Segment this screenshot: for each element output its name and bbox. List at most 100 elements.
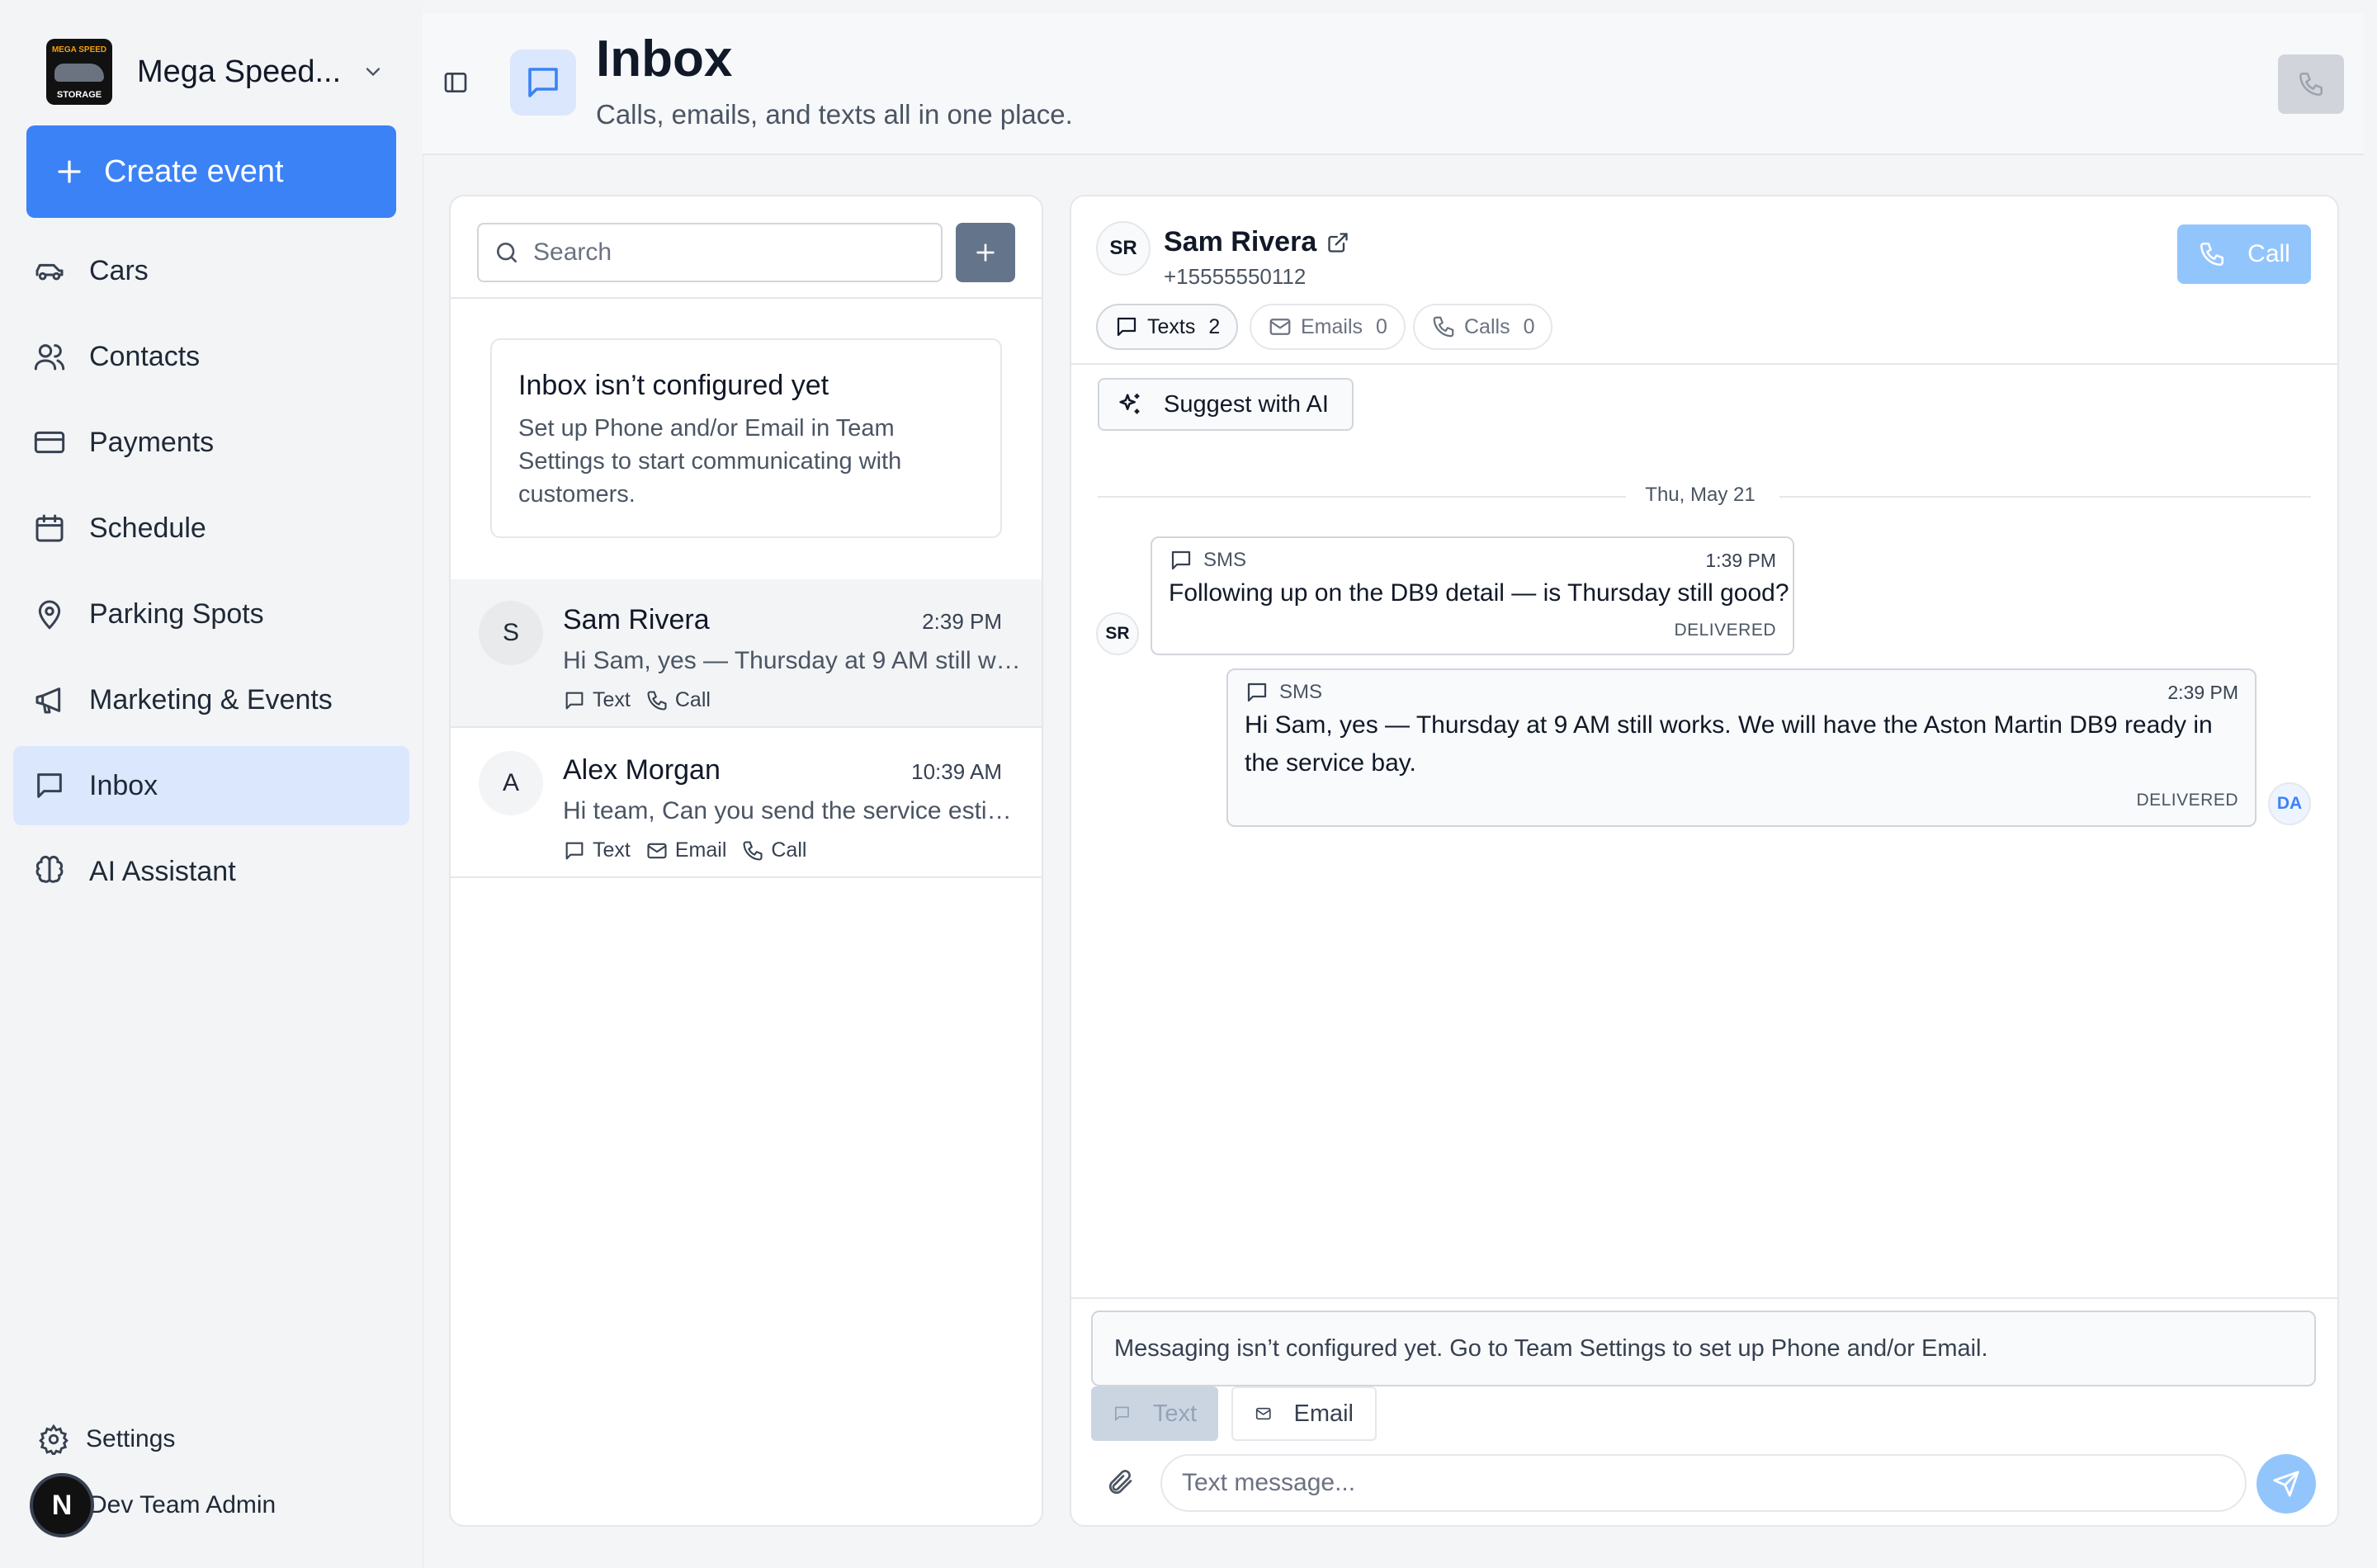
avatar: DA: [2268, 782, 2311, 825]
tab-calls[interactable]: Calls 0: [1413, 304, 1553, 350]
email-mode-button[interactable]: Email: [1231, 1386, 1377, 1441]
create-event-button[interactable]: Create event: [26, 125, 396, 218]
send-button[interactable]: [2256, 1454, 2316, 1514]
channel-call: Call: [645, 688, 711, 712]
messaging-warning: Messaging isn’t configured yet. Go to Te…: [1091, 1311, 2316, 1386]
car-icon: [35, 263, 64, 281]
message-square-icon: [565, 692, 584, 709]
plus-icon: [976, 243, 995, 262]
map-pin-icon: [38, 600, 61, 630]
brand-switcher[interactable]: MEGA SPEED STORAGE Mega Speed...: [46, 39, 385, 105]
contact-name-link[interactable]: Sam Rivera: [1164, 226, 1349, 258]
channel-text: Text: [563, 688, 631, 712]
sidebar-item-cars[interactable]: Cars: [13, 231, 409, 310]
page-subtitle: Calls, emails, and texts all in one plac…: [596, 99, 1073, 130]
external-link-icon: [1328, 232, 1348, 253]
call-button[interactable]: Call: [2177, 224, 2311, 284]
message-body: Following up on the DB9 detail — is Thur…: [1169, 579, 1789, 607]
conversation-item[interactable]: A Alex Morgan 10:39 AM Hi team, Can you …: [451, 730, 1042, 878]
gear-icon: [39, 1424, 69, 1455]
message-square-icon: [1171, 550, 1191, 570]
calendar-icon: [35, 514, 64, 542]
search-input[interactable]: Search: [477, 223, 943, 282]
brain-icon: [35, 855, 64, 883]
tab-emails[interactable]: Emails 0: [1250, 304, 1406, 350]
phone-icon: [2299, 72, 2323, 97]
message-square-icon: [1117, 317, 1137, 337]
phone-icon: [1433, 316, 1454, 338]
inbox-badge: [510, 50, 576, 116]
sidebar-item-contacts[interactable]: Contacts: [13, 317, 409, 396]
message-bubble: SMS 1:39 PM Following up on the DB9 deta…: [1151, 536, 1794, 655]
message-time: 1:39 PM: [1705, 550, 1776, 571]
message-body: Hi Sam, yes — Thursday at 9 AM still wor…: [1245, 711, 2213, 777]
divider: [1071, 1297, 2337, 1299]
phone-icon: [743, 840, 763, 861]
divider: [1071, 363, 2337, 365]
credit-card-icon: [34, 431, 65, 454]
users-icon: [34, 344, 65, 371]
avatar: A: [479, 751, 543, 815]
conversation-time: 2:39 PM: [922, 609, 1002, 634]
avatar: S: [479, 601, 543, 665]
channel-call: Call: [741, 838, 806, 862]
sidebar-item-ai-assistant[interactable]: AI Assistant: [13, 832, 409, 911]
avatar: N: [30, 1473, 94, 1537]
message-status: DELIVERED: [2136, 791, 2238, 810]
divider: [1779, 496, 2311, 498]
settings-link[interactable]: Settings: [38, 1419, 175, 1459]
message-type: SMS: [1245, 680, 1322, 705]
search-icon: [497, 243, 517, 262]
mail-icon: [647, 843, 667, 858]
contact-name: Alex Morgan: [563, 754, 721, 786]
page-title: Inbox: [596, 31, 733, 87]
paperclip-icon[interactable]: [1106, 1467, 1136, 1497]
conversation-time: 10:39 AM: [911, 759, 1002, 784]
chevron-down-icon: [366, 68, 380, 77]
notice-body: Set up Phone and/or Email in Team Settin…: [518, 415, 902, 508]
message-square-icon: [528, 68, 558, 97]
new-conversation-button[interactable]: [956, 223, 1015, 282]
sparkles-icon: [1119, 394, 1140, 414]
header-call-button[interactable]: [2278, 54, 2344, 114]
date-separator: Thu, May 21: [1645, 484, 1756, 506]
mail-icon: [1255, 1407, 1271, 1420]
megaphone-icon: [35, 687, 61, 714]
conversation-item[interactable]: S Sam Rivera 2:39 PM Hi Sam, yes — Thurs…: [451, 579, 1042, 728]
conversation-preview: Hi Sam, yes — Thursday at 9 AM still wor…: [563, 647, 1025, 674]
message-status: DELIVERED: [1674, 621, 1776, 640]
tab-texts[interactable]: Texts 2: [1096, 304, 1239, 350]
sidebar-item-inbox[interactable]: Inbox: [13, 746, 409, 825]
message-square-icon: [1114, 1406, 1129, 1421]
sidebar-item-marketing-events[interactable]: Marketing & Events: [13, 660, 409, 739]
sidebar-item-schedule[interactable]: Schedule: [13, 489, 409, 568]
divider: [451, 297, 1042, 299]
user-menu[interactable]: N Dev Team Admin: [30, 1472, 276, 1538]
contact-name: Sam Rivera: [563, 604, 710, 635]
mail-icon: [1269, 319, 1291, 335]
message-type: SMS: [1169, 548, 1246, 573]
sidebar-item-payments[interactable]: Payments: [13, 403, 409, 482]
inbox-not-configured-notice: Inbox isn’t configured yet Set up Phone …: [490, 338, 1002, 538]
contact-phone: +15555550112: [1164, 264, 1307, 289]
sidebar-toggle-icon[interactable]: [442, 69, 469, 96]
message-input[interactable]: Text message...: [1160, 1454, 2247, 1512]
channel-text: Text: [563, 838, 631, 862]
conversation-preview: Hi team, Can you send the service estima…: [563, 797, 1025, 824]
notice-title: Inbox isn’t configured yet: [518, 370, 829, 401]
avatar: SR: [1096, 612, 1139, 655]
message-bubble: SMS 2:39 PM Hi Sam, yes — Thursday at 9 …: [1226, 668, 2256, 827]
brand-logo: MEGA SPEED STORAGE: [46, 39, 112, 105]
text-mode-button[interactable]: Text: [1091, 1386, 1218, 1441]
suggest-with-ai-button[interactable]: Suggest with AI: [1098, 378, 1354, 431]
send-icon: [2273, 1471, 2299, 1497]
sidebar-item-parking-spots[interactable]: Parking Spots: [13, 574, 409, 654]
plus-icon: [58, 160, 81, 183]
avatar: SR: [1096, 221, 1151, 276]
channel-email: Email: [645, 838, 726, 862]
divider: [1098, 496, 1626, 498]
phone-icon: [647, 690, 667, 711]
message-time: 2:39 PM: [2167, 682, 2238, 703]
message-square-icon: [1247, 682, 1267, 702]
message-square-icon: [565, 842, 584, 859]
